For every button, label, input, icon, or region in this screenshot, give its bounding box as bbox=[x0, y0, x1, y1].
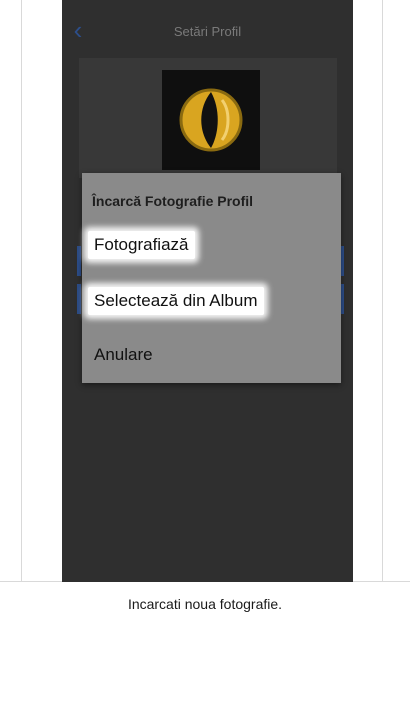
dialog-title: Încarcă Fotografie Profil bbox=[92, 193, 254, 209]
take-photo-option[interactable]: Fotografiază bbox=[88, 231, 195, 259]
page-title: Setări Profil bbox=[173, 24, 242, 39]
settings-row-1-accent bbox=[77, 246, 81, 276]
frame-left-line bbox=[21, 0, 22, 582]
cancel-option[interactable]: Anulare bbox=[88, 341, 159, 369]
settings-row-2-accent bbox=[77, 284, 81, 314]
profile-avatar[interactable] bbox=[162, 70, 260, 170]
upload-photo-dialog: Încarcă Fotografie Profil Fotografiază S… bbox=[82, 173, 341, 383]
select-from-album-option[interactable]: Selectează din Album bbox=[88, 287, 264, 315]
phone-screen: ‹ Setări Profil Încarcă Fotografie Profi… bbox=[62, 0, 353, 582]
frame-right-line bbox=[382, 0, 383, 582]
top-bar: ‹ Setări Profil bbox=[62, 0, 353, 60]
instruction-caption: Incarcati noua fotografie. bbox=[127, 596, 283, 612]
